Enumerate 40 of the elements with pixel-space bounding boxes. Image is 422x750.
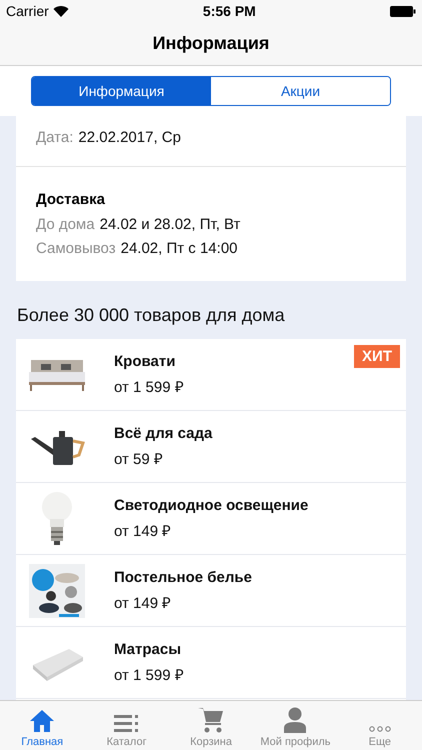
product-price: от 1 599 ₽ xyxy=(114,666,184,684)
list-icon xyxy=(114,715,140,733)
tab-bar-item[interactable]: Еще xyxy=(338,701,422,750)
person-icon xyxy=(283,707,308,733)
product-name: Всё для сада xyxy=(114,425,212,442)
product-price: от 149 ₽ xyxy=(114,522,172,540)
home-icon xyxy=(29,709,56,733)
product-row[interactable]: Постельное белье от 149 ₽ xyxy=(16,555,406,627)
field-label: Дата: xyxy=(36,128,74,148)
status-time: 5:56 PM xyxy=(202,3,256,19)
more-icon xyxy=(368,725,392,733)
delivery-title: Доставка xyxy=(36,190,106,210)
field-value: 24.02 и 28.02, Пт, Вт xyxy=(100,215,240,235)
product-price: от 1 599 ₽ xyxy=(114,378,184,396)
field-value: 24.02, Пт с 14:00 xyxy=(120,239,238,259)
product-row[interactable]: Светодиодное освещение от 149 ₽ xyxy=(16,483,406,555)
field-label: Самовывоз xyxy=(36,239,116,259)
product-name: Светодиодное освещение xyxy=(114,497,308,514)
product-price: от 59 ₽ xyxy=(114,450,164,468)
tab-bar-item[interactable]: Корзина xyxy=(168,701,254,750)
section-title: Более 30 000 товаров для дома xyxy=(16,304,286,327)
field-label: До дома xyxy=(36,215,95,235)
product-price: от 149 ₽ xyxy=(114,594,172,612)
field-value: 22.02.2017, Ср xyxy=(78,128,181,148)
product-row[interactable]: Всё для сада от 59 ₽ xyxy=(16,411,406,483)
segment-tab[interactable]: Информация xyxy=(32,77,211,105)
hit-badge: ХИТ xyxy=(354,345,400,368)
product-row[interactable]: Кровати от 1 599 ₽ ХИТ xyxy=(16,339,406,411)
product-name: Постельное белье xyxy=(114,569,252,586)
battery-icon xyxy=(390,6,416,16)
screen-title: Информация xyxy=(152,33,270,54)
tab-bar-item[interactable]: Мой профиль xyxy=(253,701,338,750)
tab-bar-item[interactable]: Главная xyxy=(0,701,84,750)
tab-bar-item[interactable]: Каталог xyxy=(84,701,169,750)
product-row[interactable]: Матрасы от 1 599 ₽ xyxy=(16,627,406,699)
wifi-icon xyxy=(52,5,69,17)
product-name: Кровати xyxy=(114,353,176,370)
cart-icon xyxy=(198,707,224,733)
product-name: Матрасы xyxy=(114,641,182,658)
carrier-text: Carrier xyxy=(6,3,49,19)
